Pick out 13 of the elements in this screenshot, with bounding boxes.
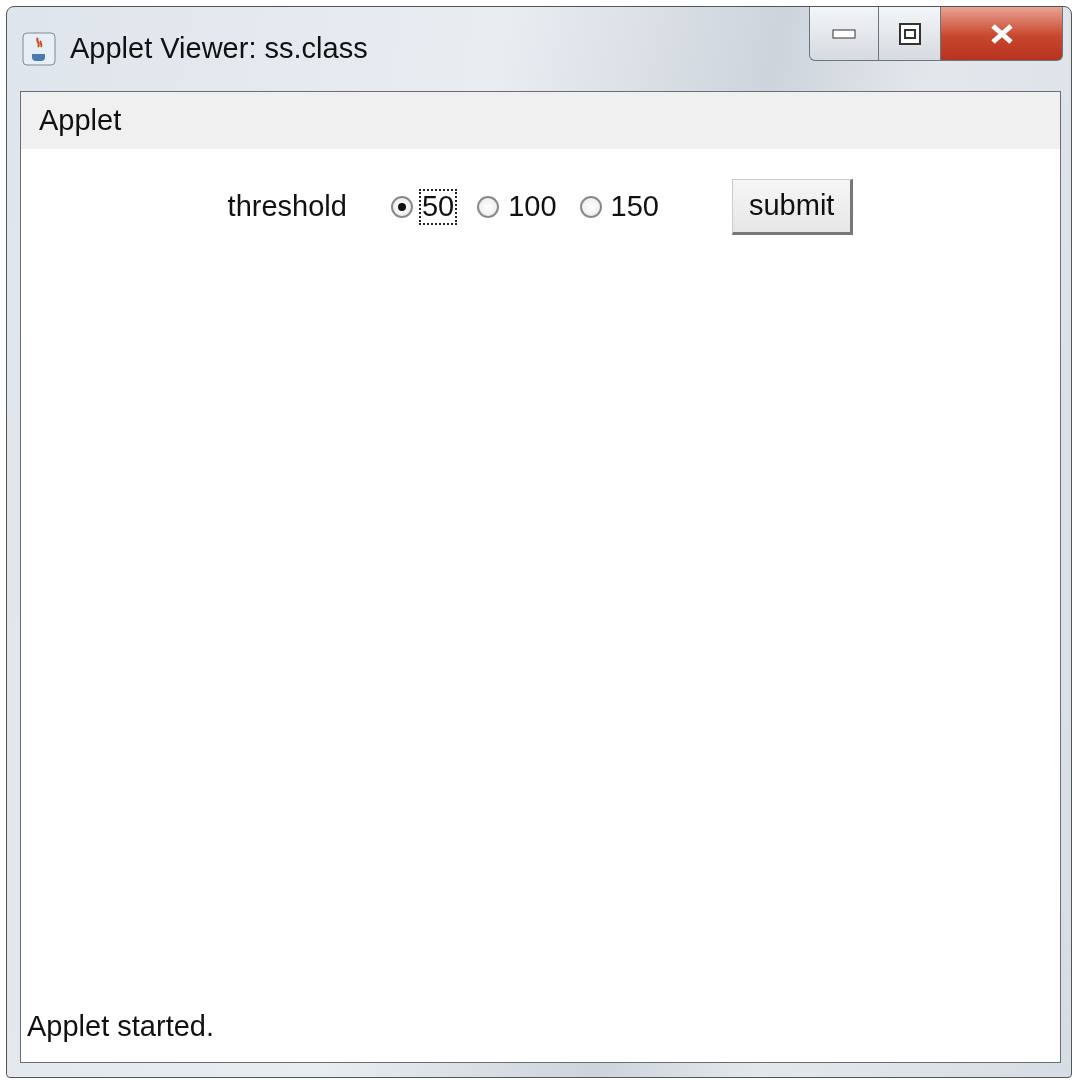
- radio-option[interactable]: 100: [477, 188, 560, 225]
- minimize-button[interactable]: [809, 7, 879, 61]
- maximize-button[interactable]: [879, 7, 941, 61]
- threshold-label: threshold: [227, 189, 347, 224]
- close-button[interactable]: [941, 7, 1063, 61]
- submit-button[interactable]: submit: [731, 179, 854, 235]
- radio-option[interactable]: 150: [579, 188, 662, 225]
- java-cup-icon: [22, 32, 56, 66]
- window-title: Applet Viewer: ss.class: [70, 31, 368, 67]
- status-text: Applet started.: [26, 1008, 215, 1044]
- menu-item[interactable]: Applet: [39, 98, 122, 143]
- minimize-icon: [832, 28, 856, 39]
- maximize-icon: [898, 22, 921, 45]
